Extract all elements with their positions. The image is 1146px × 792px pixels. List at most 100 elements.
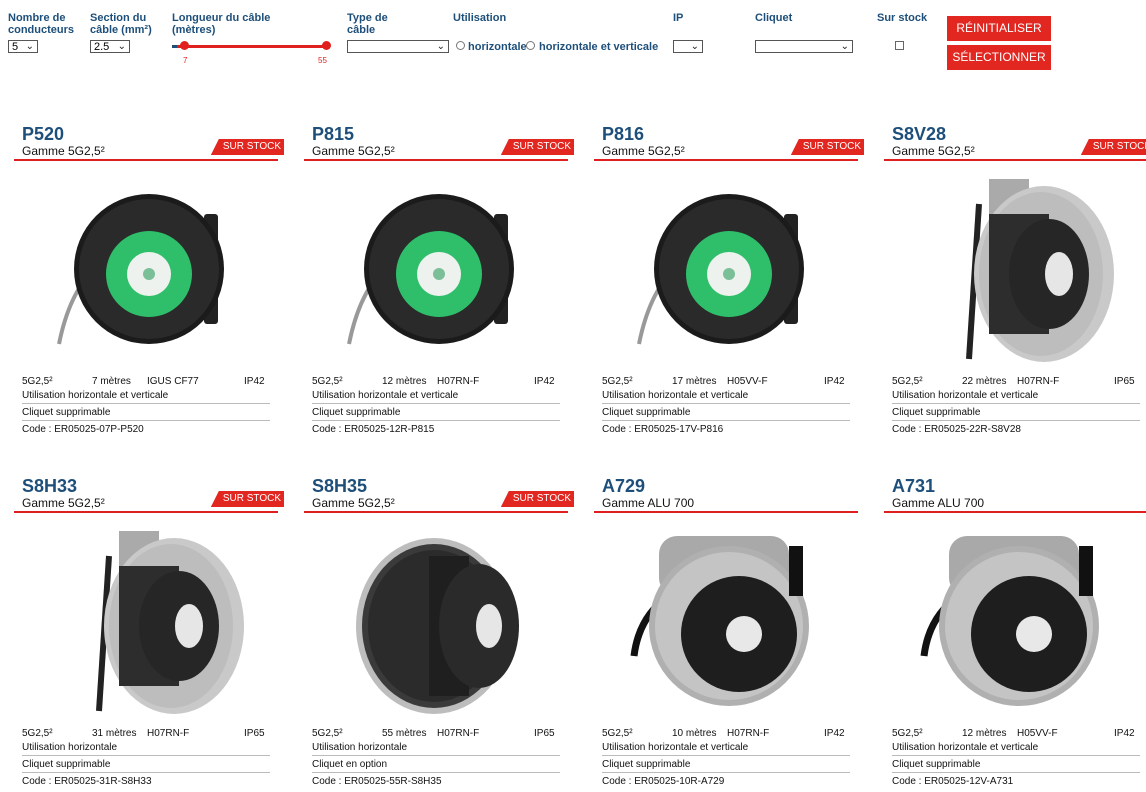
spec-code: Code : ER05025-22R-S8V28 bbox=[892, 424, 1021, 435]
length-slider-max-handle[interactable] bbox=[322, 41, 331, 50]
product-title[interactable]: S8H35 bbox=[312, 476, 367, 497]
product-image[interactable] bbox=[919, 174, 1119, 364]
spec-ip: IP65 bbox=[244, 728, 265, 739]
product-card[interactable]: S8H35 Gamme 5G2,5² SUR STOCK 5G2,5² 55 mètr… bbox=[304, 476, 574, 787]
product-range: Gamme 5G2,5² bbox=[892, 144, 975, 158]
spec-section: 5G2,5² bbox=[892, 376, 923, 387]
spec-ip: IP42 bbox=[244, 376, 265, 387]
title-divider bbox=[594, 159, 858, 161]
product-title[interactable]: S8H33 bbox=[22, 476, 77, 497]
length-min-value: 7 bbox=[183, 56, 188, 65]
spec-cliquet: Cliquet supprimable bbox=[892, 405, 1140, 421]
filter-bar: Nombre de conducteurs 5 ⌄ Section du câbl… bbox=[0, 0, 1146, 80]
product-card[interactable]: P815 Gamme 5G2,5² SUR STOCK 5G2,5² 12 mètre… bbox=[304, 124, 574, 435]
cliquet-select[interactable]: ⌄ bbox=[755, 40, 853, 53]
product-range: Gamme ALU 700 bbox=[892, 496, 985, 510]
product-range: Gamme 5G2,5² bbox=[312, 496, 395, 510]
spec-ip: IP42 bbox=[824, 728, 845, 739]
section-label-line1: Section du bbox=[90, 12, 147, 24]
cable-type-label-line2: câble bbox=[347, 24, 376, 36]
spec-cliquet: Cliquet supprimable bbox=[312, 405, 560, 421]
usage-both-radio[interactable] bbox=[526, 41, 535, 50]
product-image[interactable] bbox=[49, 526, 249, 716]
product-card[interactable]: A729 Gamme ALU 700 5G2,5² 10 mètres H07RN-F… bbox=[594, 476, 864, 787]
spec-code: Code : ER05025-07P-P520 bbox=[22, 424, 144, 435]
spec-length: 7 mètres bbox=[92, 376, 131, 387]
spec-section: 5G2,5² bbox=[22, 376, 53, 387]
spec-cable: H07RN-F bbox=[727, 728, 770, 739]
stock-badge: SUR STOCK bbox=[500, 491, 574, 507]
product-image[interactable] bbox=[629, 526, 829, 716]
product-image[interactable] bbox=[49, 174, 249, 364]
product-title[interactable]: S8V28 bbox=[892, 124, 946, 145]
stock-label: Sur stock bbox=[877, 12, 928, 24]
product-title[interactable]: A729 bbox=[602, 476, 645, 497]
length-slider-track[interactable] bbox=[177, 45, 327, 48]
length-max-value: 55 bbox=[318, 56, 327, 65]
title-divider bbox=[884, 511, 1146, 513]
spec-usage: Utilisation horizontale bbox=[22, 740, 270, 756]
usage-horizontal-label[interactable]: horizontale bbox=[468, 41, 527, 53]
spec-cable: H07RN-F bbox=[1017, 376, 1060, 387]
product-card[interactable]: P520 Gamme 5G2,5² SUR STOCK 5G2,5² 7 mètres… bbox=[14, 124, 284, 435]
spec-usage: Utilisation horizontale bbox=[312, 740, 560, 756]
spec-cliquet: Cliquet en option bbox=[312, 757, 560, 773]
product-range: Gamme 5G2,5² bbox=[312, 144, 395, 158]
section-label: Section du câble (mm²) bbox=[90, 12, 152, 36]
spec-section: 5G2,5² bbox=[312, 376, 343, 387]
product-title[interactable]: P520 bbox=[22, 124, 64, 145]
ip-select[interactable]: ⌄ bbox=[673, 40, 703, 53]
spec-code: Code : ER05025-31R-S8H33 bbox=[22, 776, 152, 787]
cable-type-select[interactable]: ⌄ bbox=[347, 40, 449, 53]
product-image[interactable] bbox=[339, 526, 539, 716]
product-title[interactable]: P816 bbox=[602, 124, 644, 145]
product-range: Gamme 5G2,5² bbox=[22, 496, 105, 510]
spec-usage: Utilisation horizontale et verticale bbox=[22, 388, 270, 404]
section-select-value: 2.5 bbox=[94, 41, 110, 53]
product-title[interactable]: A731 bbox=[892, 476, 935, 497]
chevron-down-icon: ⌄ bbox=[25, 41, 34, 52]
conductors-label: Nombre de conducteurs bbox=[8, 12, 74, 36]
length-slider-min-handle[interactable] bbox=[180, 41, 189, 50]
product-card[interactable]: S8H33 Gamme 5G2,5² SUR STOCK 5G2,5² 31 mètr… bbox=[14, 476, 284, 787]
spec-cliquet: Cliquet supprimable bbox=[602, 757, 850, 773]
spec-ip: IP65 bbox=[1114, 376, 1135, 387]
conductors-label-line2: conducteurs bbox=[8, 24, 75, 36]
product-card[interactable]: A731 Gamme ALU 700 5G2,5² 12 mètres H05VV-F… bbox=[884, 476, 1146, 787]
conductors-select[interactable]: 5 ⌄ bbox=[8, 40, 38, 53]
chevron-down-icon: ⌄ bbox=[840, 41, 849, 52]
title-divider bbox=[14, 159, 278, 161]
product-image[interactable] bbox=[629, 174, 829, 364]
title-divider bbox=[304, 511, 568, 513]
spec-section: 5G2,5² bbox=[892, 728, 923, 739]
stock-checkbox[interactable] bbox=[895, 41, 904, 50]
product-card[interactable]: P816 Gamme 5G2,5² SUR STOCK 5G2,5² 17 mètre… bbox=[594, 124, 864, 435]
spec-cable: H05VV-F bbox=[1017, 728, 1058, 739]
usage-both-label[interactable]: horizontale et verticale bbox=[539, 41, 658, 53]
length-label-line1: Longueur du câble bbox=[172, 12, 271, 24]
spec-ip: IP65 bbox=[534, 728, 555, 739]
cable-type-label-line1: Type de bbox=[347, 12, 388, 24]
reset-button[interactable]: RÉINITIALISER bbox=[947, 16, 1051, 41]
spec-cable: H07RN-F bbox=[147, 728, 190, 739]
chevron-down-icon: ⌄ bbox=[117, 41, 126, 52]
spec-ip: IP42 bbox=[824, 376, 845, 387]
product-range: Gamme 5G2,5² bbox=[602, 144, 685, 158]
stock-badge: SUR STOCK bbox=[500, 139, 574, 155]
spec-code: Code : ER05025-10R-A729 bbox=[602, 776, 725, 787]
spec-cable: H05VV-F bbox=[727, 376, 768, 387]
product-card[interactable]: S8V28 Gamme 5G2,5² SUR STOCK 5G2,5² 22 mètr… bbox=[884, 124, 1146, 435]
stock-badge: SUR STOCK bbox=[210, 491, 284, 507]
product-title[interactable]: P815 bbox=[312, 124, 354, 145]
spec-code: Code : ER05025-17V-P816 bbox=[602, 424, 724, 435]
spec-cliquet: Cliquet supprimable bbox=[22, 405, 270, 421]
spec-length: 17 mètres bbox=[672, 376, 717, 387]
select-button[interactable]: SÉLECTIONNER bbox=[947, 45, 1051, 70]
spec-cable: IGUS CF77 bbox=[147, 376, 199, 387]
usage-horizontal-radio[interactable] bbox=[456, 41, 465, 50]
product-image[interactable] bbox=[339, 174, 539, 364]
spec-length: 31 mètres bbox=[92, 728, 137, 739]
product-image[interactable] bbox=[919, 526, 1119, 716]
section-select[interactable]: 2.5 ⌄ bbox=[90, 40, 130, 53]
spec-cliquet: Cliquet supprimable bbox=[22, 757, 270, 773]
